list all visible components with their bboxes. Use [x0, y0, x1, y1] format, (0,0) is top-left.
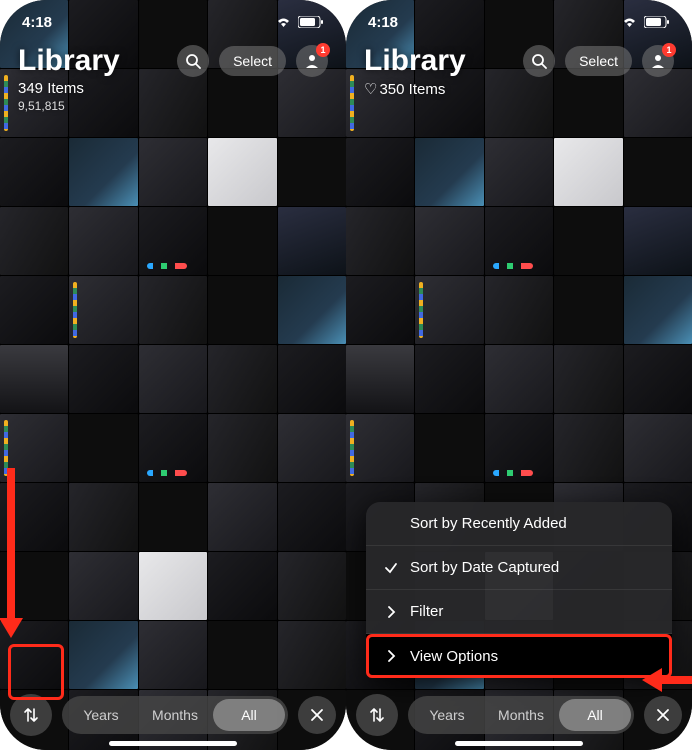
checkmark-icon [382, 561, 400, 575]
tab-all[interactable]: All [559, 699, 631, 731]
close-button[interactable] [644, 696, 682, 734]
battery-icon [644, 16, 670, 28]
menu-sort-date-captured[interactable]: Sort by Date Captured [366, 546, 672, 590]
tab-months[interactable]: Months [485, 699, 557, 731]
sort-button[interactable] [356, 694, 398, 736]
menu-filter[interactable]: Filter [366, 590, 672, 634]
close-button[interactable] [298, 696, 336, 734]
menu-sort-recently-added[interactable]: Sort by Recently Added [366, 502, 672, 546]
profile-button[interactable]: 1 [296, 45, 328, 77]
item-count: 349 Items [18, 80, 328, 97]
search-icon [185, 53, 201, 69]
notification-badge: 1 [662, 43, 676, 57]
status-time: 4:18 [368, 14, 398, 31]
bottom-toolbar: Years Months All [0, 686, 346, 742]
page-title: Library [364, 44, 466, 78]
sort-arrows-icon [22, 706, 40, 724]
heart-icon: ♡ [364, 80, 377, 98]
sort-context-menu: Sort by Recently Added Sort by Date Capt… [366, 502, 672, 678]
view-segmented-control: Years Months All [62, 696, 288, 734]
chevron-right-icon [382, 606, 400, 618]
tab-years[interactable]: Years [411, 699, 483, 731]
notification-badge: 1 [316, 43, 330, 57]
tab-all[interactable]: All [213, 699, 285, 731]
search-button[interactable] [177, 45, 209, 77]
select-button[interactable]: Select [219, 46, 286, 76]
sort-arrows-icon [368, 706, 386, 724]
page-title: Library [18, 44, 120, 78]
tab-years[interactable]: Years [65, 699, 137, 731]
status-bar: 4:18 [346, 0, 692, 44]
sort-button[interactable] [10, 694, 52, 736]
left-screenshot: 4:18 Library Select 1 [0, 0, 346, 750]
sub-count: 9,51,815 [18, 99, 328, 113]
search-icon [531, 53, 547, 69]
home-indicator[interactable] [455, 741, 583, 746]
bottom-toolbar: Years Months All [346, 686, 692, 742]
close-icon [310, 708, 324, 722]
wifi-icon [621, 16, 638, 28]
view-segmented-control: Years Months All [408, 696, 634, 734]
right-screenshot: 4:18 Library Select 1 [346, 0, 692, 750]
item-count: ♡350 Items [364, 80, 674, 98]
wifi-icon [275, 16, 292, 28]
profile-button[interactable]: 1 [642, 45, 674, 77]
menu-view-options[interactable]: View Options [366, 634, 672, 678]
search-button[interactable] [523, 45, 555, 77]
select-button[interactable]: Select [565, 46, 632, 76]
close-icon [656, 708, 670, 722]
status-time: 4:18 [22, 14, 52, 31]
status-bar: 4:18 [0, 0, 346, 44]
battery-icon [298, 16, 324, 28]
library-header: Library Select 1 349 Items 9,51,815 [0, 34, 346, 113]
home-indicator[interactable] [109, 741, 237, 746]
chevron-right-icon [382, 650, 400, 662]
tab-months[interactable]: Months [139, 699, 211, 731]
